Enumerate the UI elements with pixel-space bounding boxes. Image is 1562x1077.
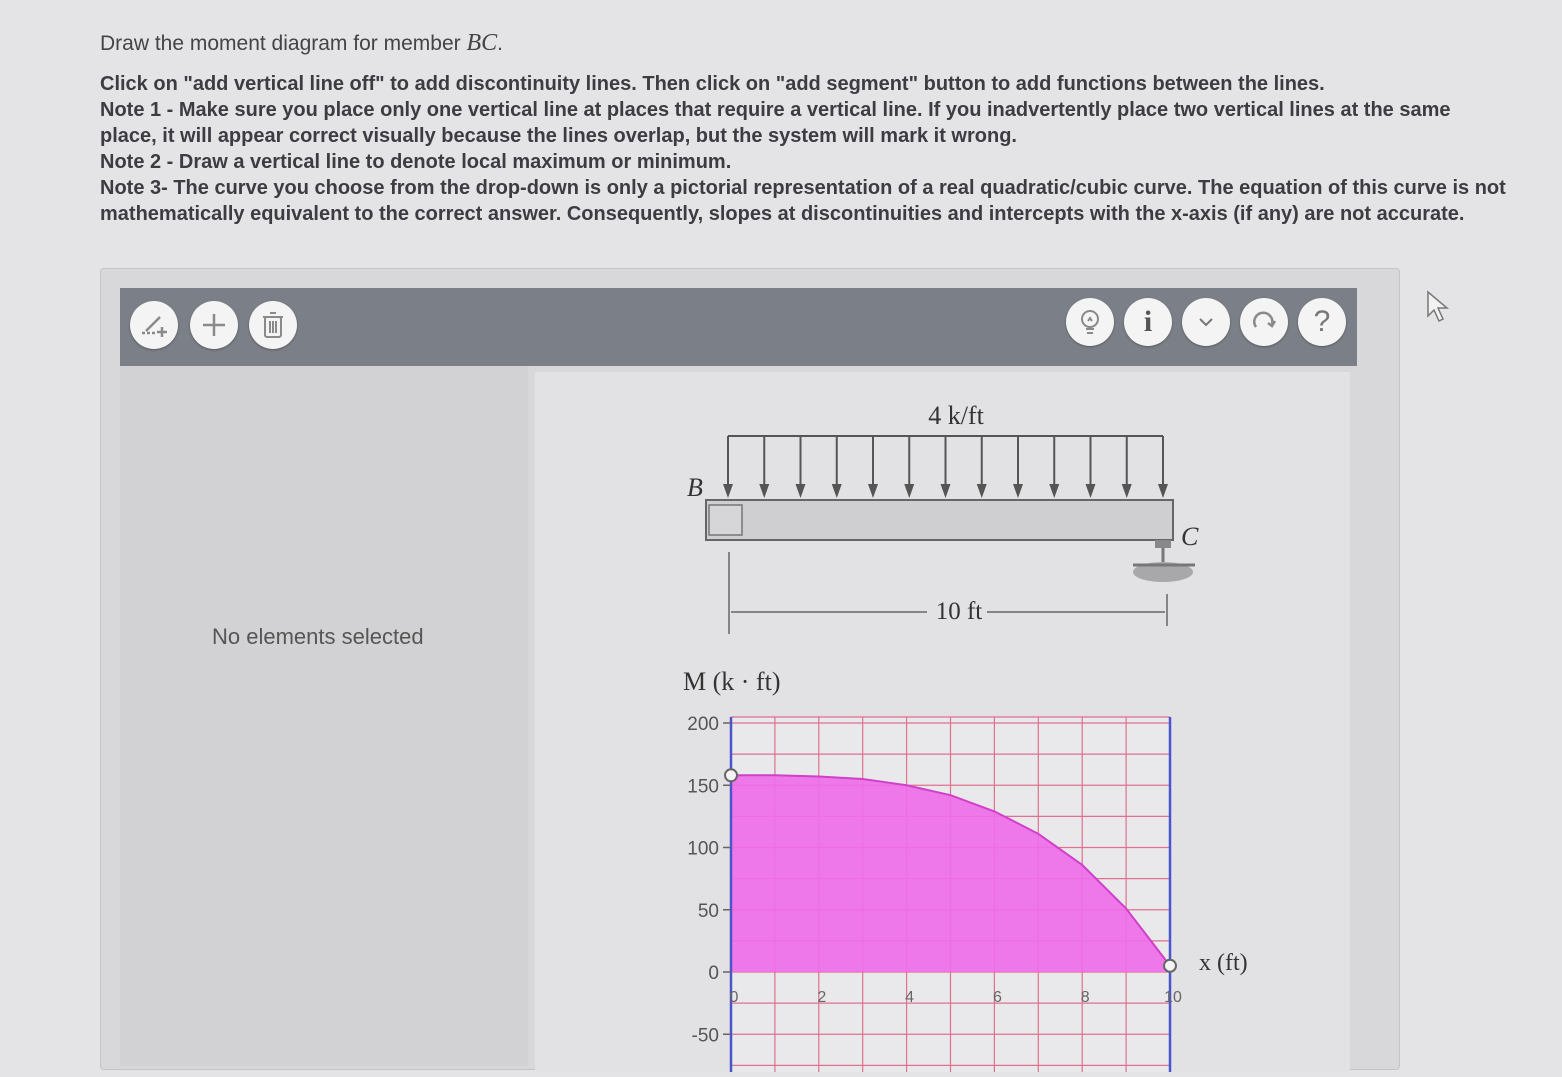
add-vertical-line-icon [142,316,167,337]
load-arrow [904,436,915,498]
chevron-down-icon [1199,318,1213,327]
y-tick-label: 150 [687,776,719,797]
member-name: BC [466,30,498,56]
note-1: Note 1 - Make sure you place only one ve… [100,99,1451,147]
instructions: Draw the moment diagram for member BC. C… [100,30,1510,227]
beam [705,499,1174,541]
fixed-end [708,504,743,536]
load-arrow [940,436,951,498]
x-tick-label: 4 [905,989,914,1006]
beam-and-moment-diagram: 4 k/ft B C 10 ft M (k · ft) 200150100500… [683,401,1248,1077]
x-axis-label: x (ft) [1199,950,1248,976]
load-arrow [976,436,987,498]
moment-chart[interactable]: 200 150 100 50 0 -50 0 2 4 6 8 10 [687,714,1182,1077]
x-tick-label: 2 [817,989,826,1006]
x-tick-label: 8 [1081,989,1090,1006]
load-arrow [759,436,770,498]
help-button[interactable]: ? [1298,298,1346,346]
y-axis-label: M (k · ft) [683,667,780,696]
question-text: Draw the moment diagram for member [100,32,467,55]
x-tick-label: 10 [1164,989,1182,1006]
instruction-line: Click on "add vertical line off" to add … [100,73,1325,95]
load-arrow [1158,436,1168,498]
y-tick-label: 100 [687,839,719,860]
point-c-label: C [1181,522,1199,551]
load-arrow [795,436,806,498]
load-arrow [723,436,733,498]
load-arrow [831,436,842,498]
load-arrows [723,436,1168,498]
load-arrow [1049,436,1060,498]
load-arrow [868,436,878,498]
info-icon: i [1143,305,1153,338]
endpoint-handle[interactable] [1163,958,1177,973]
load-arrow [1013,436,1023,498]
drawing-canvas[interactable]: 4 k/ft B C 10 ft M (k · ft) 200 150 100 50 0… [535,372,1350,1077]
x-tick-label: 0 [730,989,739,1006]
trash-icon [263,312,283,338]
delete-button[interactable] [249,301,297,349]
redo-icon [1253,311,1277,328]
load-label: 4 k/ft [928,401,984,430]
redo-button[interactable] [1240,298,1288,346]
note-3: Note 3- The curve you choose from the dr… [100,177,1506,225]
hint-button[interactable] [1066,298,1114,346]
toolbar: i ? [120,288,1357,366]
y-tick-label: -50 [692,1025,719,1046]
x-tick-label: 6 [993,989,1002,1006]
lightbulb-icon [1081,310,1099,334]
question-title: Draw the moment diagram for member BC. [100,30,1510,57]
help-icon: ? [1313,305,1331,338]
load-arrow [1121,436,1132,498]
properties-panel: No elements selected [120,366,528,1066]
y-tick-label: 200 [687,714,719,735]
mouse-pointer-icon [1427,290,1450,323]
load-arrow [1085,436,1096,498]
no-selection-text: No elements selected [212,624,424,649]
question-suffix: . [497,32,503,55]
y-tick-label: 50 [698,901,719,922]
add-segment-button[interactable] [190,301,238,349]
dropdown-button[interactable] [1182,298,1230,346]
y-tick-label: 0 [708,963,719,984]
endpoint-handle[interactable] [724,768,738,783]
point-b-label: B [687,473,703,502]
note-2: Note 2 - Draw a vertical line to denote … [100,151,732,173]
plus-icon [203,314,225,336]
span-label: 10 ft [936,598,983,625]
add-vertical-line-button[interactable] [130,301,178,349]
info-button[interactable]: i [1124,298,1172,346]
